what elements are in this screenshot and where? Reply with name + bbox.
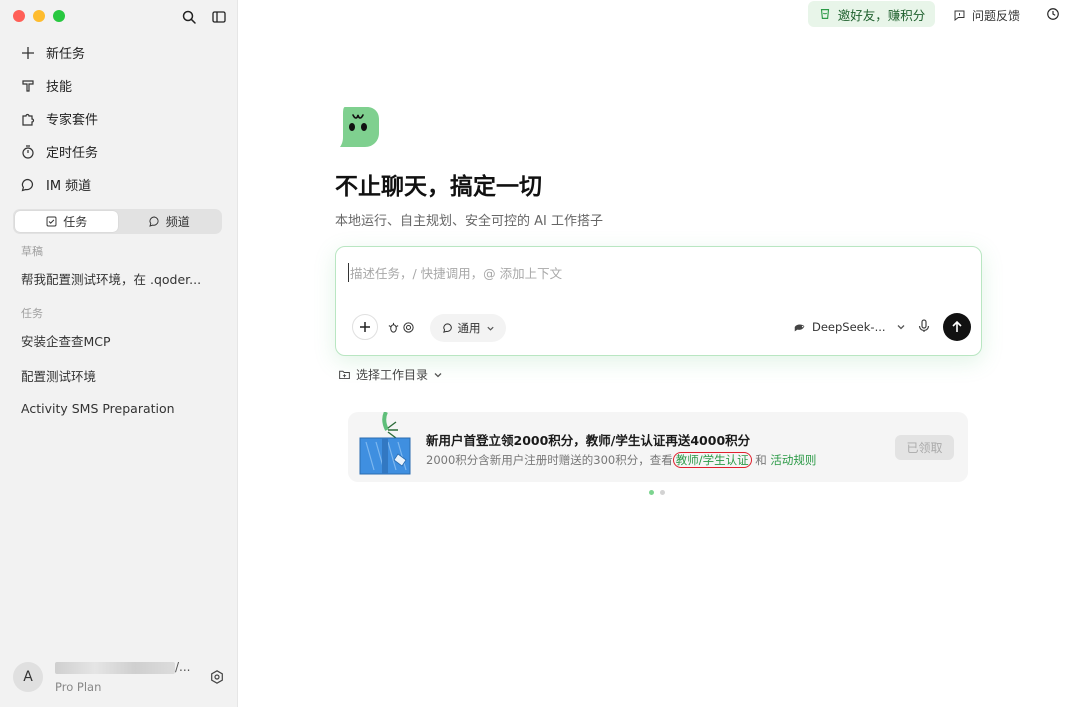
invite-friends-button[interactable]: 邀好友，赚积分: [808, 1, 935, 27]
whale-icon: [794, 324, 805, 332]
carousel-dot[interactable]: [660, 490, 665, 495]
task-composer: 描述任务，/ 快捷调用，@ 添加上下文 通用 DeepSeek-...: [335, 246, 982, 356]
promo-title: 新用户首登立领2000积分，教师/学生认证再送4000积分: [426, 433, 751, 448]
activity-rules-link[interactable]: 活动规则: [770, 453, 816, 467]
task-item[interactable]: 安装企查查MCP: [21, 331, 111, 350]
sidebar-nav: 新任务 技能 专家套件 定时任务 IM 频道: [12, 36, 225, 201]
promo-desc-text: 2000积分含新用户注册时赠送的300积分，查看: [426, 453, 673, 467]
promo-desc-and: 和: [751, 453, 771, 467]
nav-skills[interactable]: 技能: [12, 69, 225, 102]
window-controls: [13, 10, 65, 22]
feedback-label: 问题反馈: [972, 9, 1021, 23]
plus-icon: [360, 322, 370, 332]
carousel-dot-active[interactable]: [649, 490, 654, 495]
feedback-icon: [954, 10, 965, 21]
promo-description: 2000积分含新用户注册时赠送的300积分，查看 教师/学生认证 和 活动规则: [426, 452, 816, 468]
chevron-down-icon: [486, 326, 494, 331]
task-item[interactable]: 配置测试环境: [21, 366, 96, 385]
close-window-button[interactable]: [13, 10, 25, 22]
settings-gear-icon[interactable]: [209, 669, 225, 685]
chat-bubble-icon: [149, 216, 159, 227]
skill-icon: [22, 79, 34, 92]
sidebar-tools: [181, 9, 227, 25]
task-item[interactable]: Activity SMS Preparation: [21, 401, 175, 416]
promo-banner: 新用户首登立领2000积分，教师/学生认证再送4000积分 2000积分含新用户…: [348, 412, 968, 482]
hero-subtitle: 本地运行、自主规划、安全可控的 AI 工作搭子: [335, 214, 603, 229]
workdir-label: 选择工作目录: [356, 368, 429, 382]
task-channel-switch: 任务 频道: [13, 209, 222, 234]
hero-title: 不止聊天，搞定一切: [335, 174, 542, 200]
nav-label: 定时任务: [46, 146, 99, 161]
tab-tasks-label: 任务: [63, 215, 88, 229]
chevron-down-icon: [897, 325, 905, 330]
drafts-heading: 草稿: [21, 245, 43, 258]
nav-label: IM 频道: [46, 179, 92, 194]
cup-icon: [820, 9, 829, 19]
fingerprint-icon: [403, 321, 414, 333]
nav-label: 新任务: [46, 47, 86, 62]
user-name: /...: [55, 660, 191, 674]
model-selector[interactable]: DeepSeek-...: [793, 320, 911, 334]
chevron-down-icon: [434, 372, 442, 377]
search-icon[interactable]: [181, 9, 197, 25]
tab-tasks[interactable]: 任务: [15, 211, 118, 232]
avatar[interactable]: A: [13, 662, 43, 692]
timer-icon: [22, 144, 34, 159]
send-button[interactable]: [943, 313, 971, 341]
user-plan: Pro Plan: [55, 680, 102, 694]
nav-new-task[interactable]: 新任务: [12, 36, 225, 69]
sidebar-toggle-icon[interactable]: [211, 9, 227, 25]
select-workdir-button[interactable]: 选择工作目录: [338, 366, 448, 383]
feedback-button[interactable]: 问题反馈: [953, 7, 1020, 24]
microphone-icon[interactable]: [916, 318, 932, 334]
nav-im-channel[interactable]: IM 频道: [12, 168, 225, 201]
nav-label: 专家套件: [46, 113, 99, 128]
nav-expert-kits[interactable]: 专家套件: [12, 102, 225, 135]
puzzle-icon: [22, 113, 35, 126]
invite-label: 邀好友，赚积分: [837, 7, 926, 23]
claimed-button[interactable]: 已领取: [895, 435, 954, 460]
chat-bubble-icon: [21, 178, 34, 191]
gift-box-illustration: [359, 412, 411, 475]
model-label: DeepSeek-...: [812, 320, 886, 334]
nav-label: 技能: [46, 80, 73, 95]
bug-icon: [388, 322, 399, 333]
sidebar: 新任务 技能 专家套件 定时任务 IM 频道 任务 频道 草稿 帮我配置测试环境…: [0, 0, 238, 707]
tools-toggle[interactable]: [384, 314, 418, 340]
app-logo-icon: [340, 107, 379, 147]
add-attachment-button[interactable]: [352, 314, 378, 340]
app-window: 新任务 技能 专家套件 定时任务 IM 频道 任务 频道 草稿 帮我配置测试环境…: [0, 0, 1080, 707]
draft-item[interactable]: 帮我配置测试环境，在 .qoder...: [21, 269, 201, 288]
user-profile[interactable]: A /... Pro Plan: [13, 660, 225, 696]
folder-plus-icon: [339, 370, 350, 380]
mode-label: 通用: [457, 321, 481, 335]
arrow-up-icon: [952, 320, 962, 332]
task-input[interactable]: 描述任务，/ 快捷调用，@ 添加上下文: [348, 263, 562, 282]
carousel-pagination: [649, 490, 665, 495]
checkbox-icon: [46, 216, 57, 227]
mode-selector[interactable]: 通用: [430, 314, 506, 342]
main-content: 邀好友，赚积分 问题反馈 不止聊天，搞定一切 本地运行、自主规划、安全可控的 A…: [238, 0, 1080, 707]
tab-channels[interactable]: 频道: [118, 211, 221, 232]
minimize-window-button[interactable]: [33, 10, 45, 22]
user-name-tail: /...: [175, 660, 191, 674]
history-clock-icon[interactable]: [1046, 7, 1060, 21]
tab-channels-label: 频道: [165, 215, 190, 229]
tasks-heading: 任务: [21, 307, 43, 320]
nav-scheduled-tasks[interactable]: 定时任务: [12, 135, 225, 168]
plus-icon: [22, 46, 34, 59]
teacher-student-verify-link[interactable]: 教师/学生认证: [672, 452, 752, 468]
chat-bubble-icon: [442, 323, 452, 333]
redacted-name: [55, 661, 175, 674]
maximize-window-button[interactable]: [53, 10, 65, 22]
